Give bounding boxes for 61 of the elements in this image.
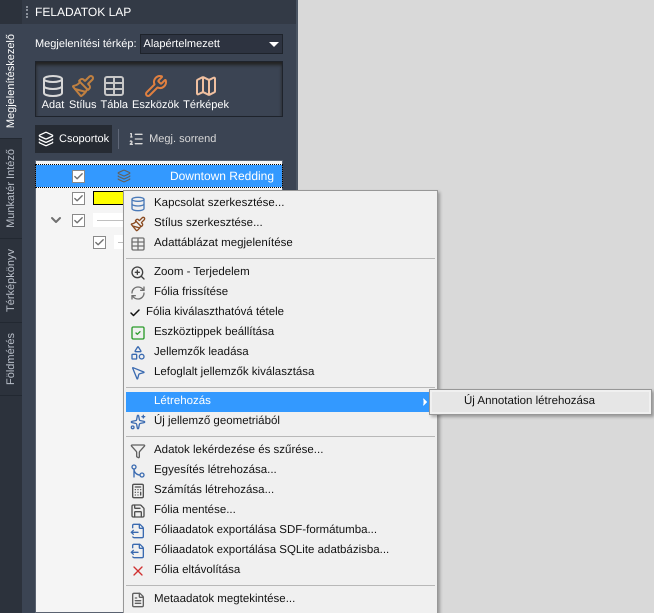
document-icon bbox=[130, 592, 146, 608]
menu-item[interactable]: Egyesítés létrehozása... bbox=[126, 461, 435, 481]
ordered-list-icon bbox=[128, 131, 144, 147]
menu-item[interactable]: Adatok lekérdezése és szűrése... bbox=[126, 441, 435, 461]
menu-item[interactable]: Jellemzők leadása bbox=[126, 343, 435, 363]
view-tab[interactable]: Csoportok bbox=[35, 125, 112, 153]
wrench-icon bbox=[144, 74, 168, 98]
sparkle-icon bbox=[130, 414, 146, 430]
filter-icon bbox=[130, 443, 146, 459]
map-dropdown[interactable]: Alapértelmezett bbox=[140, 34, 283, 54]
layer-name: Downtown Redding bbox=[170, 168, 274, 185]
side-tab[interactable]: Megjelenítéskezelő bbox=[0, 24, 22, 140]
layer-icon bbox=[117, 169, 131, 183]
toolbar-button[interactable]: Tábla bbox=[100, 74, 128, 112]
menu-item[interactable]: Stílus szerkesztése... bbox=[126, 214, 435, 234]
menu-item[interactable]: Lefoglalt jellemzők kiválasztása bbox=[126, 363, 435, 383]
menu-item[interactable]: Fóliaadatok exportálása SDF-formátumba... bbox=[126, 521, 435, 541]
menu-item[interactable]: Fólia eltávolítása bbox=[126, 561, 435, 581]
checkbox[interactable] bbox=[72, 192, 85, 204]
zoom-icon bbox=[130, 265, 146, 281]
merge-icon bbox=[130, 463, 146, 479]
menu-item[interactable]: Zoom - Terjedelem bbox=[126, 263, 435, 283]
menu-item[interactable]: Új Annotation létrehozása bbox=[432, 392, 649, 412]
menu-item[interactable]: Eszköztippek beállítása bbox=[126, 323, 435, 343]
toolbar-button[interactable]: Adat bbox=[41, 74, 65, 112]
menu-item[interactable]: Fólia frissítése bbox=[126, 283, 435, 303]
toolbar-button[interactable]: Eszközök bbox=[132, 74, 180, 112]
map-icon bbox=[194, 74, 218, 98]
pointer-icon bbox=[130, 365, 146, 381]
table-icon bbox=[130, 236, 146, 252]
save-icon bbox=[130, 503, 146, 519]
checkbox[interactable] bbox=[72, 214, 85, 226]
menu-item[interactable]: Kapcsolat szerkesztése... bbox=[126, 194, 435, 214]
toolbar-button[interactable]: Térképek bbox=[183, 74, 229, 112]
refresh-icon bbox=[130, 285, 146, 301]
panel-title: FELADATOK LAP bbox=[35, 4, 132, 21]
table-icon bbox=[102, 74, 126, 98]
menu-item[interactable]: Számítás létrehozása... bbox=[126, 481, 435, 501]
check-icon bbox=[129, 307, 141, 319]
shapes-icon bbox=[130, 345, 146, 361]
map-label: Megjelenítési térkép: bbox=[35, 36, 136, 52]
layers-icon bbox=[38, 131, 54, 147]
menu-item[interactable]: Metaadatok megtekintése... bbox=[126, 590, 435, 610]
calculator-icon bbox=[130, 483, 146, 499]
database-icon bbox=[130, 196, 146, 212]
brush-icon bbox=[70, 74, 95, 98]
view-tab[interactable]: Megj. sorrend bbox=[125, 125, 220, 153]
checkbox[interactable] bbox=[93, 236, 106, 248]
brush-icon bbox=[130, 216, 146, 232]
menu-item[interactable]: Fólia mentése... bbox=[126, 501, 435, 521]
menu-item[interactable]: Fóliaadatok exportálása SQLite adatbázisba... bbox=[126, 541, 435, 561]
checkbox-icon bbox=[130, 325, 146, 341]
export-icon bbox=[130, 523, 146, 539]
menu-item[interactable]: Új jellemző geometriából bbox=[126, 412, 435, 432]
checkbox[interactable] bbox=[72, 170, 85, 182]
menu-item[interactable]: Adattáblázat megjelenítése bbox=[126, 234, 435, 254]
menu-item[interactable]: Fólia kiválaszthatóvá tétele bbox=[126, 303, 435, 323]
database-icon bbox=[41, 74, 65, 98]
grip-icon[interactable] bbox=[26, 6, 29, 18]
toolbar-button[interactable]: Stílus bbox=[69, 74, 97, 112]
export-icon bbox=[130, 543, 146, 559]
